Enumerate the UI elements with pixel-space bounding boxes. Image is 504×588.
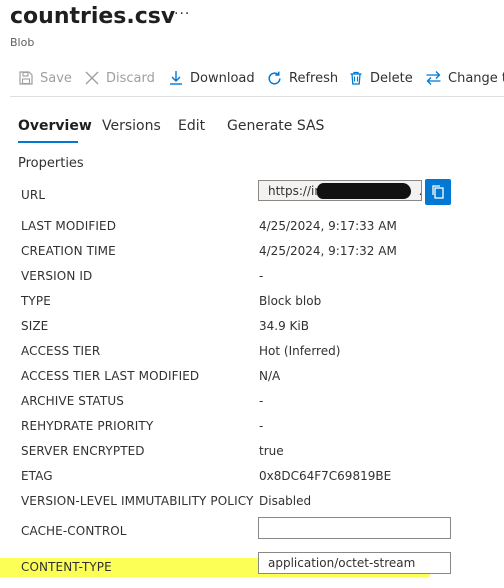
property-label: CREATION TIME (21, 244, 116, 258)
toolbar-divider (10, 96, 504, 97)
delete-button-label: Delete (370, 70, 413, 86)
tab-edit[interactable]: Edit (178, 118, 205, 134)
property-value: - (259, 269, 264, 283)
redaction-mark (317, 183, 411, 199)
properties-heading: Properties (18, 156, 84, 171)
save-button[interactable]: Save (18, 64, 72, 92)
property-label: ARCHIVE STATUS (21, 394, 124, 408)
close-icon (85, 71, 99, 85)
discard-button[interactable]: Discard (84, 64, 155, 92)
property-value: N/A (259, 369, 281, 383)
discard-button-label: Discard (106, 70, 155, 86)
more-options-button[interactable]: ··· (174, 6, 190, 22)
property-label-url: URL (21, 188, 46, 202)
change-tier-button-label: Change ti (448, 70, 504, 86)
url-value-suffix: . (419, 184, 421, 198)
property-value: 4/25/2024, 9:17:33 AM (259, 219, 397, 233)
property-value: - (259, 419, 264, 433)
property-label: ACCESS TIER (21, 344, 101, 358)
delete-button[interactable]: Delete (348, 64, 413, 92)
refresh-button[interactable]: Refresh (266, 64, 338, 92)
page-title: countries.csv (10, 4, 176, 29)
property-value: true (259, 444, 284, 458)
property-value: 0x8DC64F7C69819BE (259, 469, 392, 483)
refresh-button-label: Refresh (289, 70, 339, 86)
trash-icon (350, 71, 362, 85)
property-label: SIZE (21, 319, 49, 333)
property-label: TYPE (21, 294, 51, 308)
copy-icon (432, 185, 444, 199)
property-label: ACCESS TIER LAST MODIFIED (21, 369, 200, 383)
save-icon (19, 71, 33, 85)
refresh-icon (268, 71, 281, 84)
property-value: - (259, 394, 264, 408)
property-label: VERSION ID (21, 269, 93, 283)
cache-control-input[interactable] (258, 517, 451, 539)
content-type-input[interactable]: application/octet-stream (258, 552, 451, 574)
tab-generate-sas[interactable]: Generate SAS (227, 118, 324, 134)
property-value: 34.9 KiB (259, 319, 309, 333)
property-value: Hot (Inferred) (259, 344, 341, 358)
save-button-label: Save (40, 70, 72, 86)
download-button[interactable]: Download (168, 64, 255, 92)
property-value: Block blob (259, 294, 322, 308)
property-label: VERSION-LEVEL IMMUTABILITY POLICY (21, 494, 254, 508)
resource-type-label: Blob (10, 36, 35, 49)
tab-overview[interactable]: Overview (18, 118, 92, 134)
download-button-label: Download (190, 70, 255, 86)
content-type-value: application/octet-stream (268, 556, 416, 570)
active-tab-indicator (18, 141, 78, 143)
property-label: SERVER ENCRYPTED (21, 444, 145, 458)
change-tier-button[interactable]: Change ti (425, 64, 504, 92)
copy-url-button[interactable] (425, 179, 451, 205)
download-icon (170, 71, 182, 85)
property-label-cache-control: CACHE-CONTROL (21, 524, 127, 538)
swap-icon (426, 71, 441, 85)
property-value: 4/25/2024, 9:17:32 AM (259, 244, 397, 258)
property-label-content-type: CONTENT-TYPE (21, 560, 112, 574)
property-value: Disabled (259, 494, 312, 508)
url-field[interactable]: https://int. (258, 180, 422, 201)
property-label: ETAG (21, 469, 53, 483)
tab-versions[interactable]: Versions (102, 118, 161, 134)
property-label: REHYDRATE PRIORITY (21, 419, 154, 433)
command-bar: Save Discard Download Refresh Delete Cha… (0, 64, 504, 94)
property-label: LAST MODIFIED (21, 219, 117, 233)
